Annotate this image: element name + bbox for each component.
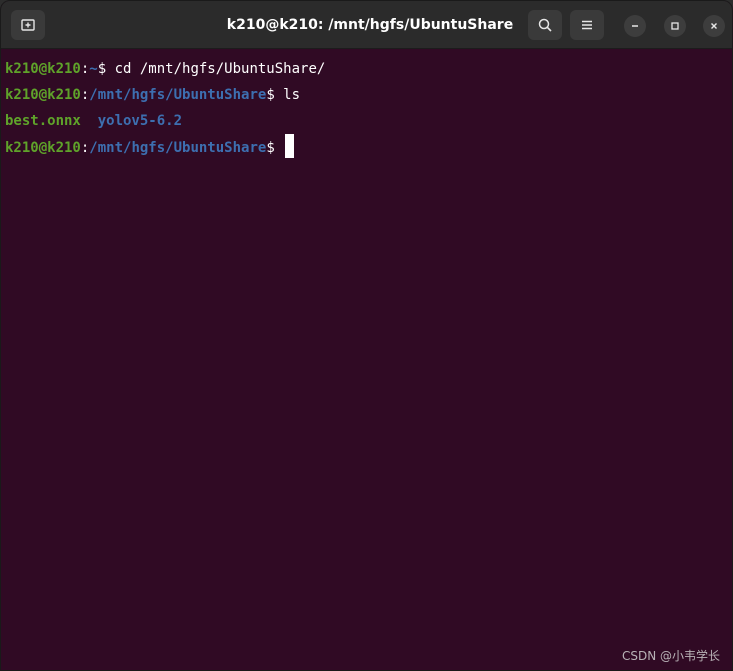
terminal-line: k210@k210:/mnt/hgfs/UbuntuShare$ — [5, 134, 728, 160]
search-button[interactable] — [528, 10, 562, 40]
close-icon — [711, 23, 717, 29]
prompt-symbol: $ — [266, 87, 284, 103]
new-tab-button[interactable] — [11, 10, 45, 40]
command-text: cd /mnt/hgfs/UbuntuShare/ — [114, 61, 326, 77]
prompt-user: k210@k210 — [5, 140, 81, 156]
maximize-icon — [671, 22, 679, 30]
terminal-window: k210@k210: /mnt/hgfs/UbuntuShare k210@k2… — [0, 0, 733, 671]
minimize-icon — [632, 25, 638, 27]
menu-button[interactable] — [570, 10, 604, 40]
terminal-output[interactable]: k210@k210:~$ cd /mnt/hgfs/UbuntuShare/ k… — [5, 56, 728, 670]
title-bar: k210@k210: /mnt/hgfs/UbuntuShare — [1, 1, 732, 49]
prompt-user: k210@k210 — [5, 87, 81, 103]
watermark: CSDN @小韦学长 — [621, 649, 720, 663]
prompt-path: ~ — [89, 61, 98, 77]
prompt-symbol: $ — [97, 61, 115, 77]
command-text: ls — [283, 87, 301, 103]
prompt-path: /mnt/hgfs/UbuntuShare — [89, 140, 267, 156]
search-icon — [538, 18, 552, 32]
close-button[interactable] — [703, 15, 725, 37]
terminal-line: k210@k210:~$ cd /mnt/hgfs/UbuntuShare/ — [5, 56, 728, 82]
minimize-button[interactable] — [624, 15, 646, 37]
directory-entry: yolov5-6.2 — [97, 113, 183, 129]
file-entry: best.onnx — [5, 113, 81, 129]
maximize-button[interactable] — [664, 15, 686, 37]
terminal-line: k210@k210:/mnt/hgfs/UbuntuShare$ ls — [5, 82, 728, 108]
new-tab-icon — [21, 19, 35, 31]
text-cursor — [285, 134, 295, 158]
prompt-user: k210@k210 — [5, 61, 81, 77]
ls-gap — [81, 113, 98, 129]
terminal-line: best.onnx yolov5-6.2 — [5, 108, 728, 134]
prompt-path: /mnt/hgfs/UbuntuShare — [89, 87, 267, 103]
prompt-symbol: $ — [266, 140, 284, 156]
hamburger-menu-icon — [582, 20, 592, 30]
